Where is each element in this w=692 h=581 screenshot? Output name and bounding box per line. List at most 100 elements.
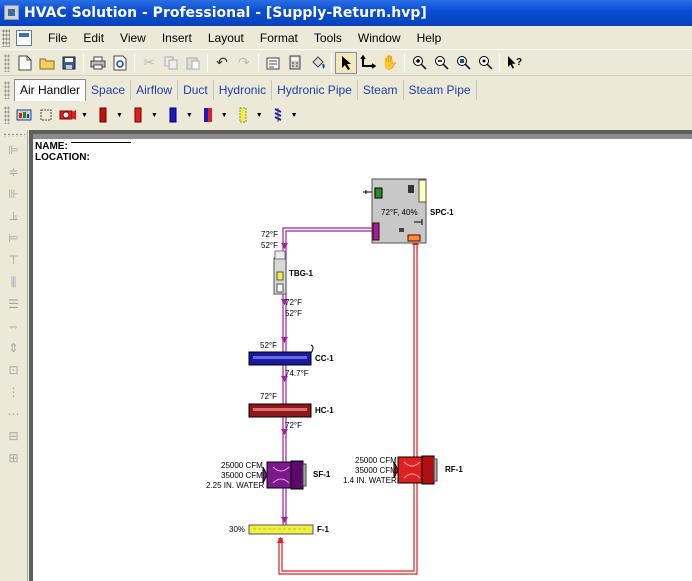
align-left-icon[interactable]: ⊫ — [3, 141, 25, 159]
tbg-in-temp-2: 52°F — [261, 241, 278, 250]
svg-text:?: ? — [516, 57, 522, 68]
dropdown-arrow-icon[interactable]: ▼ — [116, 112, 123, 119]
dropdown-arrow-icon[interactable]: ▼ — [256, 112, 263, 119]
menu-window[interactable]: Window — [350, 31, 409, 45]
spc-reading: 72°F, 40% — [381, 208, 418, 217]
dropdown-arrow-icon[interactable]: ▼ — [291, 112, 298, 119]
new-icon[interactable] — [14, 52, 36, 74]
connect-icon[interactable] — [357, 52, 379, 74]
return-fan-rf-1[interactable] — [393, 455, 438, 485]
sf-airflow-2: 35000 CFM — [221, 471, 263, 480]
print-preview-icon[interactable] — [109, 52, 131, 74]
undo-icon[interactable]: ↶ — [211, 52, 233, 74]
pan-hand-icon[interactable]: ✋ — [379, 52, 401, 74]
cooling-coil-icon[interactable] — [163, 105, 183, 125]
menu-help[interactable]: Help — [409, 31, 450, 45]
toolbar-separator — [404, 53, 405, 72]
paint-bucket-icon[interactable] — [306, 52, 328, 74]
space-horizontal-icon[interactable]: ⋮ — [3, 383, 25, 401]
menu-grip[interactable] — [2, 28, 10, 47]
help-pointer-icon[interactable]: ? — [503, 52, 525, 74]
dropdown-arrow-icon[interactable]: ▼ — [81, 112, 88, 119]
center-vertical-icon[interactable]: ⊞ — [3, 449, 25, 467]
toolbar-separator — [258, 53, 259, 72]
terminal-box-tbg-1[interactable] — [273, 250, 287, 295]
zoom-window-icon[interactable] — [474, 52, 496, 74]
zoom-out-icon[interactable] — [430, 52, 452, 74]
menu-edit[interactable]: Edit — [75, 31, 112, 45]
fan-icon[interactable] — [58, 105, 78, 125]
heating-coil-icon[interactable] — [93, 105, 113, 125]
system-diagram: 72°F, 40% SPC-1 72°F 52°F TBG-1 72°F 52°… — [206, 178, 463, 575]
damper-icon[interactable] — [268, 105, 288, 125]
tab-duct[interactable]: Duct — [178, 79, 214, 100]
distribute-vertical-icon[interactable]: ☰ — [3, 295, 25, 313]
cooling-coil-cc-1[interactable] — [248, 344, 314, 366]
tab-steam-pipe[interactable]: Steam Pipe — [404, 79, 477, 100]
filter-icon[interactable] — [233, 105, 253, 125]
toolbar-separator — [207, 53, 208, 72]
space-icon[interactable] — [36, 105, 56, 125]
select-arrow-icon[interactable] — [335, 51, 357, 74]
tab-hydronic-pipe[interactable]: Hydronic Pipe — [272, 79, 358, 100]
filter-efficiency: 30% — [229, 525, 245, 534]
menu-file[interactable]: File — [40, 31, 75, 45]
open-icon[interactable] — [36, 52, 58, 74]
rf-airflow-1: 25000 CFM — [355, 456, 397, 465]
same-width-icon[interactable]: ⇔ — [3, 317, 25, 335]
heat-recovery-coil-icon[interactable] — [198, 105, 218, 125]
redo-icon[interactable]: ↷ — [233, 52, 255, 74]
toolbar-grip[interactable] — [4, 53, 10, 72]
toolbar-grip[interactable] — [2, 133, 25, 137]
paste-icon[interactable] — [182, 52, 204, 74]
menu-view[interactable]: View — [112, 31, 154, 45]
hc-label: HC-1 — [315, 406, 334, 415]
align-center-icon[interactable]: ≑ — [3, 163, 25, 181]
tab-steam[interactable]: Steam — [358, 79, 404, 100]
print-icon[interactable] — [87, 52, 109, 74]
dropdown-arrow-icon[interactable]: ▼ — [221, 112, 228, 119]
toolbar-grip[interactable] — [4, 80, 10, 99]
align-right-icon[interactable]: ⊪ — [3, 185, 25, 203]
window-title: HVAC Solution - Professional - [Supply-R… — [24, 5, 427, 21]
zoom-fit-icon[interactable] — [452, 52, 474, 74]
cut-icon[interactable]: ✂ — [138, 52, 160, 74]
distribute-horizontal-icon[interactable]: ⫼ — [3, 273, 25, 291]
tab-air-handler[interactable]: Air Handler — [14, 78, 87, 101]
drawing-canvas[interactable]: NAME: LOCATION: 72°F, 40% SPC-1 72°F 52°… — [33, 139, 692, 581]
same-size-icon[interactable]: ⊡ — [3, 361, 25, 379]
align-bottom-icon[interactable]: ⫡ — [3, 207, 25, 225]
toolbar-grip[interactable] — [4, 106, 10, 124]
zoom-in-icon[interactable] — [408, 52, 430, 74]
same-height-icon[interactable]: ⇕ — [3, 339, 25, 357]
equipment-category-tabs: Air Handler Space Airflow Duct Hydronic … — [0, 77, 692, 102]
space-vertical-icon[interactable]: ⋯ — [3, 405, 25, 423]
menu-layout[interactable]: Layout — [200, 31, 252, 45]
align-top-icon[interactable]: ⊤ — [3, 251, 25, 269]
menu-insert[interactable]: Insert — [154, 31, 200, 45]
properties-icon[interactable] — [262, 52, 284, 74]
align-middle-icon[interactable]: ⊨ — [3, 229, 25, 247]
toolbar-separator — [134, 53, 135, 72]
filter-f-1[interactable] — [248, 524, 314, 535]
electric-coil-icon[interactable] — [128, 105, 148, 125]
rf-pressure: 1.4 IN. WATER — [343, 476, 397, 485]
menu-format[interactable]: Format — [252, 31, 306, 45]
tab-airflow[interactable]: Airflow — [131, 79, 179, 100]
heating-coil-hc-1[interactable] — [248, 403, 312, 418]
save-icon[interactable] — [58, 52, 80, 74]
menu-tools[interactable]: Tools — [306, 31, 350, 45]
center-horizontal-icon[interactable]: ⊟ — [3, 427, 25, 445]
tbg-in-temp: 72°F — [261, 230, 278, 239]
document-icon[interactable] — [16, 29, 32, 46]
supply-fan-sf-1[interactable] — [262, 460, 307, 490]
tab-hydronic[interactable]: Hydronic — [214, 79, 273, 100]
tab-space[interactable]: Space — [86, 79, 132, 100]
app-icon — [4, 5, 19, 20]
cc-out-temp: 74.7°F — [285, 369, 309, 378]
air-handler-icon[interactable] — [14, 105, 34, 125]
copy-icon[interactable] — [160, 52, 182, 74]
dropdown-arrow-icon[interactable]: ▼ — [186, 112, 193, 119]
calculator-icon[interactable] — [284, 52, 306, 74]
dropdown-arrow-icon[interactable]: ▼ — [151, 112, 158, 119]
